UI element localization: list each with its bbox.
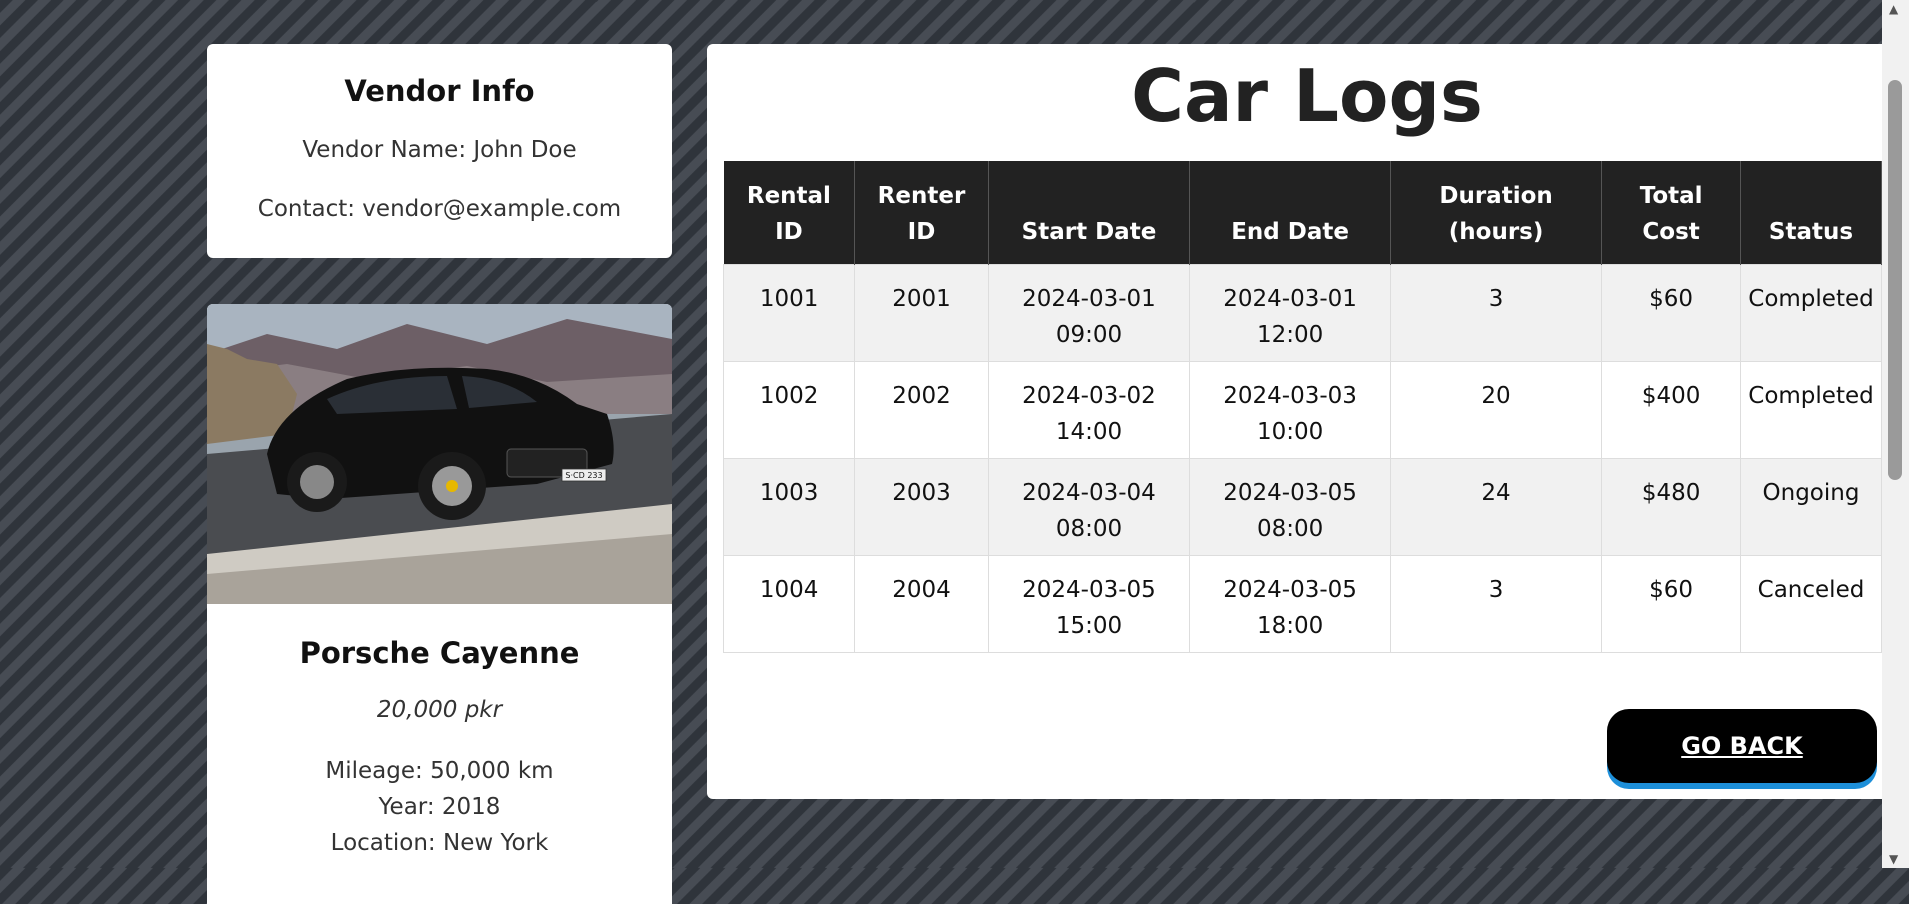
cell-renter-id: 2004 (854, 554, 989, 653)
cell-start-date: 2024-03-05 15:00 (987, 554, 1191, 653)
cell-duration: 3 (1389, 263, 1603, 362)
cell-end-date: 2024-03-01 12:00 (1189, 263, 1391, 362)
scroll-down-arrow-icon[interactable]: ▼ (1889, 852, 1898, 866)
table-row: 1001 2001 2024-03-01 09:00 2024-03-01 12… (722, 263, 1882, 362)
cell-end-date: 2024-03-03 10:00 (1189, 360, 1391, 459)
car-price: 20,000 pkr (376, 697, 503, 723)
cell-total-cost: $400 (1601, 360, 1741, 459)
cell-renter-id: 2002 (854, 360, 989, 459)
cell-status: Ongoing (1740, 457, 1882, 556)
cell-rental-id: 1003 (722, 457, 856, 556)
table-row: 1003 2003 2024-03-04 08:00 2024-03-05 08… (722, 457, 1882, 556)
cell-total-cost: $480 (1601, 457, 1741, 556)
car-year: Year: 2018 (378, 794, 501, 820)
page-title: Car Logs (1131, 54, 1483, 138)
cell-renter-id: 2001 (854, 263, 989, 362)
vertical-scrollbar[interactable]: ▲ ▼ (1882, 0, 1909, 868)
cell-status: Canceled (1740, 554, 1882, 653)
car-logs-panel: Car Logs Rental ID Renter ID Start Date … (707, 44, 1882, 799)
cell-duration: 24 (1389, 457, 1603, 556)
cell-start-date: 2024-03-04 08:00 (987, 457, 1191, 556)
car-photo: S·CD 233 (207, 304, 672, 604)
car-card: S·CD 233 Porsche Cayenne 20,000 pkr Mile… (207, 304, 672, 904)
cell-end-date: 2024-03-05 18:00 (1189, 554, 1391, 653)
table-row: 1004 2004 2024-03-05 15:00 2024-03-05 18… (722, 554, 1882, 653)
cell-duration: 20 (1389, 360, 1603, 459)
cell-renter-id: 2003 (854, 457, 989, 556)
car-location: Location: New York (330, 830, 549, 856)
car-mileage: Mileage: 50,000 km (325, 758, 554, 784)
table-row: 1002 2002 2024-03-02 14:00 2024-03-03 10… (722, 360, 1882, 459)
cell-duration: 3 (1389, 554, 1603, 653)
cell-end-date: 2024-03-05 08:00 (1189, 457, 1391, 556)
cell-rental-id: 1002 (722, 360, 856, 459)
vendor-info-card: Vendor Info Vendor Name: John Doe Contac… (207, 44, 672, 258)
car-logs-table: Rental ID Renter ID Start Date End Date … (722, 161, 1882, 653)
car-name: Porsche Cayenne (299, 636, 580, 670)
cell-rental-id: 1001 (722, 263, 856, 362)
cell-rental-id: 1004 (722, 554, 856, 653)
column-header-status: Status (1740, 161, 1882, 264)
scrollbar-thumb[interactable] (1888, 80, 1902, 480)
cell-total-cost: $60 (1601, 263, 1741, 362)
column-header-duration: Duration (hours) (1390, 161, 1603, 264)
column-header-rental-id: Rental ID (723, 161, 856, 264)
cell-start-date: 2024-03-02 14:00 (987, 360, 1191, 459)
go-back-button[interactable]: GO BACK (1607, 709, 1877, 783)
column-header-renter-id: Renter ID (854, 161, 989, 264)
column-header-end-date: End Date (1189, 161, 1391, 264)
cell-status: Completed (1740, 263, 1882, 362)
cell-status: Completed (1740, 360, 1882, 459)
vendor-contact: Contact: vendor@example.com (257, 196, 622, 222)
table-header-row: Rental ID Renter ID Start Date End Date … (723, 161, 1882, 264)
column-header-total-cost: Total Cost (1601, 161, 1741, 264)
license-plate-text: S·CD 233 (565, 471, 602, 480)
scroll-up-arrow-icon[interactable]: ▲ (1889, 2, 1898, 16)
column-header-start-date: Start Date (988, 161, 1191, 264)
cell-start-date: 2024-03-01 09:00 (987, 263, 1191, 362)
vendor-info-title: Vendor Info (344, 74, 535, 108)
vendor-name: Vendor Name: John Doe (302, 137, 577, 163)
cell-total-cost: $60 (1601, 554, 1741, 653)
